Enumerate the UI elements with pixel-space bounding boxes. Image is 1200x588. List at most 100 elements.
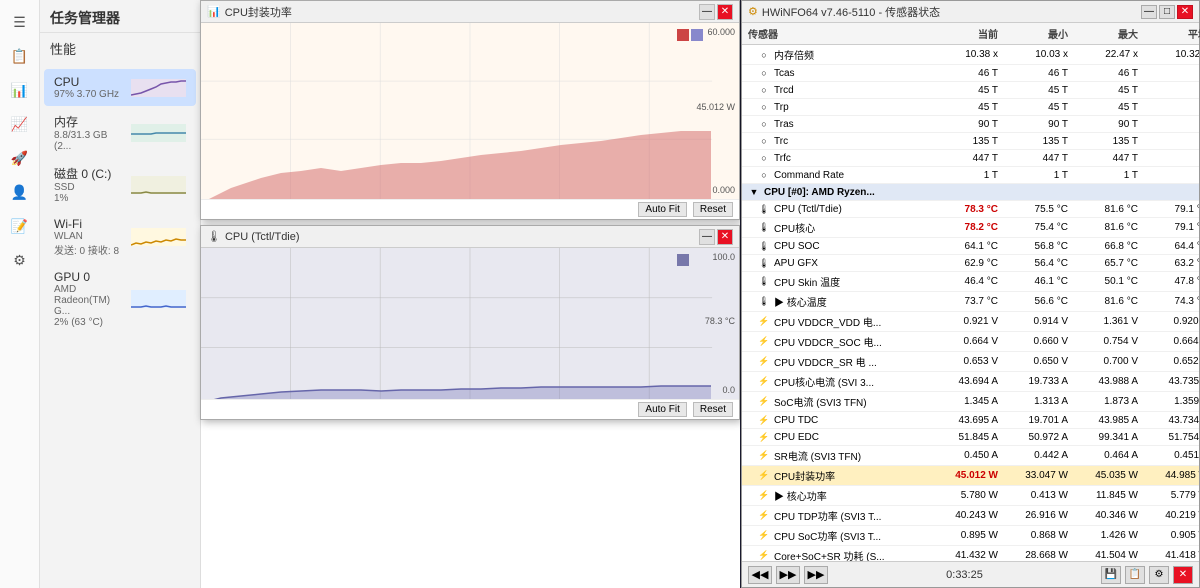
footer-icons: 💾 📋 ⚙ ✕ [1101,566,1193,584]
tm-icon-apphistory[interactable]: 📈 [6,110,34,138]
tm-icon-users[interactable]: 👤 [6,178,34,206]
hw-current: 73.7 °C [928,296,998,307]
hwinfo-footer: ◀◀ ▶▶ ▶▶ 0:33:25 💾 📋 ⚙ ✕ [742,561,1199,587]
hw-sensor-icon: ⚡ [758,530,770,542]
hw-sensor-name: ○Trc [748,135,928,147]
hw-avg: 0.920 V [1138,316,1199,327]
hw-max: 99.341 A [1068,432,1138,443]
tctl-close[interactable]: ✕ [717,229,733,245]
cpu-power-reset-btn[interactable]: Reset [693,202,733,217]
cpu-power-close[interactable]: ✕ [717,4,733,20]
cpu-power-top-label: 60.000 [707,27,735,37]
tm-item-memory[interactable]: 内存 8.8/31.3 GB (2... [44,107,196,158]
cpu-power-window: 📊 CPU封装功率 — ✕ 60.000 45.012 W 0.000 Au [200,0,740,220]
hw-col-min: 最小 [998,26,1068,41]
hw-table-row: ○Trcd45 T45 T45 T [742,82,1199,99]
hw-max: 50.1 °C [1068,276,1138,287]
hw-table-row: ○Command Rate1 T1 T1 T [742,167,1199,184]
hw-max: 43.985 A [1068,415,1138,426]
tctl-title-text: CPU (Tctl/Tdie) [225,231,300,243]
hw-min: 0.914 V [998,316,1068,327]
hw-min: 19.733 A [998,376,1068,387]
hw-min: 0.442 A [998,450,1068,461]
hw-max: 0.464 A [1068,450,1138,461]
hw-min: 28.668 W [998,550,1068,561]
tm-sidebar: ☰ 📋 📊 📈 🚀 👤 📝 ⚙ [0,0,40,588]
hw-min: 33.047 W [998,470,1068,481]
hw-avg: 0.652 V [1138,356,1199,367]
tm-icon-details[interactable]: 📝 [6,212,34,240]
hw-current: 51.845 A [928,432,998,443]
hwinfo-icon: ⚙ [748,5,758,18]
hw-current: 0.895 W [928,530,998,541]
hw-table-row: ○Tcas46 T46 T46 T [742,65,1199,82]
hw-max: 41.504 W [1068,550,1138,561]
hw-current: 78.2 °C [928,222,998,233]
tm-item-wifi[interactable]: Wi-Fi WLAN 发送: 0 接收: 8 [44,211,196,263]
footer-prev-btn[interactable]: ◀◀ [748,566,772,584]
hw-sensor-name: ○内存倍频 [748,47,928,62]
hw-min: 135 T [998,136,1068,147]
hwinfo-maximize-btn[interactable]: □ [1159,5,1175,19]
tm-item-cpu[interactable]: CPU 97% 3.70 GHz [44,69,196,106]
tm-icon-startup[interactable]: 🚀 [6,144,34,172]
hw-avg: 41.418 W [1138,550,1199,561]
hw-sensor-icon: ○ [758,84,770,96]
hw-sensor-icon: ○ [758,152,770,164]
hw-current: 0.664 V [928,336,998,347]
cpu-power-title: 📊 CPU封装功率 [207,4,292,20]
hw-max: 81.6 °C [1068,296,1138,307]
hw-avg: 47.8 °C [1138,276,1199,287]
hwinfo-close-btn[interactable]: ✕ [1177,5,1193,19]
tctl-autofit-btn[interactable]: Auto Fit [638,402,686,417]
tm-icon-menu[interactable]: ☰ [6,8,34,36]
hw-sensor-name: 🌡CPU (Tctl/Tdie) [748,203,928,215]
hw-max: 11.845 W [1068,490,1138,501]
hw-min: 0.660 V [998,336,1068,347]
footer-icon2[interactable]: 📋 [1125,566,1145,584]
hw-sensor-name: ○Tras [748,118,928,130]
cpu-power-minimize[interactable]: — [699,4,715,20]
footer-icon3[interactable]: ⚙ [1149,566,1169,584]
hw-sensor-icon: ○ [758,67,770,79]
tm-disk-name: 磁盘 0 (C:) [54,165,125,182]
hw-sensor-name: ○Trfc [748,152,928,164]
hw-sensor-icon: 🌡 [758,203,770,215]
tm-icon-performance[interactable]: 📊 [6,76,34,104]
hw-table-row[interactable]: ▼CPU [#0]: AMD Ryzen... [742,184,1199,201]
tm-icon-services[interactable]: ⚙ [6,246,34,274]
footer-next-btn[interactable]: ▶▶ [776,566,800,584]
hwinfo-minimize-btn[interactable]: — [1141,5,1157,19]
tctl-reset-btn[interactable]: Reset [693,402,733,417]
hw-table-row: ⚡CPU封装功率45.012 W33.047 W45.035 W44.985 W [742,466,1199,486]
tm-item-disk[interactable]: 磁盘 0 (C:) SSD 1% [44,159,196,210]
hw-min: 26.916 W [998,510,1068,521]
hw-max: 45.035 W [1068,470,1138,481]
cpu-power-autofit-btn[interactable]: Auto Fit [638,202,686,217]
hw-max: 46 T [1068,68,1138,79]
hw-sensor-name: 🌡CPU核心 [748,220,928,235]
hw-max: 90 T [1068,119,1138,130]
hw-current: 1.345 A [928,396,998,407]
footer-step-btn[interactable]: ▶▶ [804,566,828,584]
hw-table-row: ⚡CPU SoC功率 (SVI3 T...0.895 W0.868 W1.426… [742,526,1199,546]
footer-icon-close[interactable]: ✕ [1173,566,1193,584]
hw-sensor-icon: ⚡ [758,470,770,482]
tctl-svg [201,248,739,399]
hw-table-row: ⚡CPU TDC43.695 A19.701 A43.985 A43.734 A [742,412,1199,429]
hw-sensor-icon: ○ [758,49,770,61]
tm-wifi-sparkline [131,228,186,246]
hw-avg: 79.1 °C [1138,204,1199,215]
footer-icon1[interactable]: 💾 [1101,566,1121,584]
tm-icon-processes[interactable]: 📋 [6,42,34,70]
hw-sensor-name: ⚡SoC电流 (SVI3 TFN) [748,394,928,409]
tctl-minimize[interactable]: — [699,229,715,245]
hw-sensor-icon: ⚡ [758,414,770,426]
hw-max: 447 T [1068,153,1138,164]
hw-avg: 10.32 x [1138,49,1199,60]
hw-min: 1 T [998,170,1068,181]
hwinfo-body: ○内存倍频10.38 x10.03 x22.47 x10.32 x○Tcas46… [742,45,1199,561]
tm-item-gpu[interactable]: GPU 0 AMD Radeon(TM) G... 2% (63 °C) [44,264,196,334]
cpu-power-indicator1 [677,29,689,41]
cpu-power-title-text: CPU封装功率 [225,4,292,20]
